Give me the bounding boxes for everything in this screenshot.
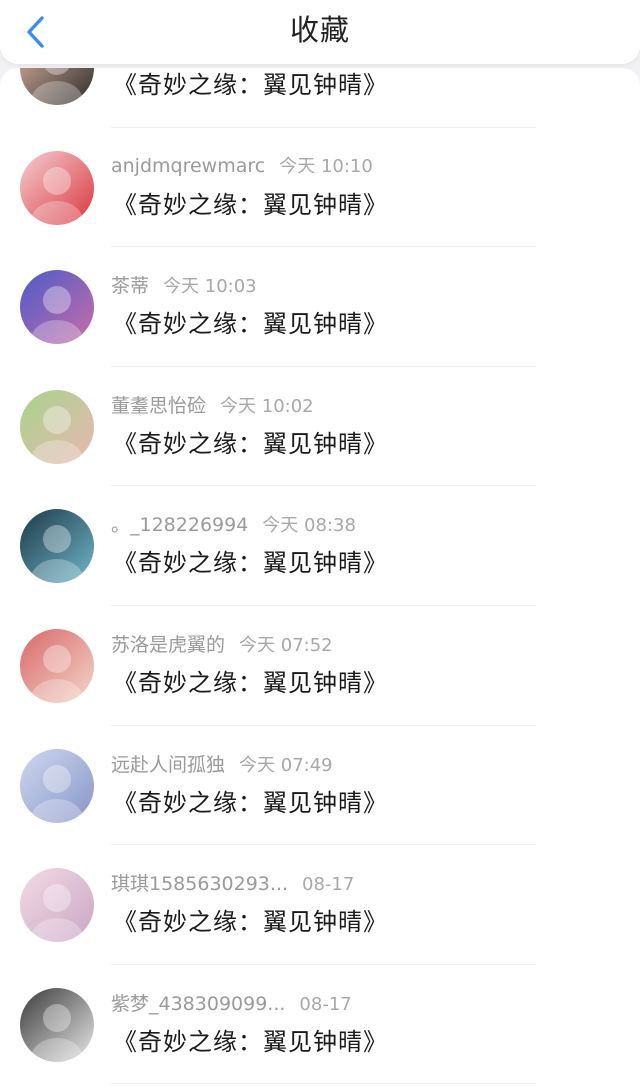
avatar[interactable] — [20, 868, 94, 943]
list-item[interactable]: 紫梦_438309099... 08-17 《奇妙之缘：翼见钟晴》 — [0, 965, 640, 1085]
username[interactable]: 琪琪1585630293... — [111, 873, 288, 895]
list-item[interactable]: 董耋思怡硷 今天 10:02 《奇妙之缘：翼见钟晴》 — [0, 367, 640, 487]
item-meta: 董耋思怡硷 今天 10:02 — [111, 391, 314, 419]
favorite-title[interactable]: 《奇妙之缘：翼见钟晴》 — [113, 543, 388, 578]
timestamp: 今天 07:52 — [239, 634, 333, 656]
list-item[interactable]: 。_128226994 今天 08:38 《奇妙之缘：翼见钟晴》 — [0, 486, 640, 606]
list-item[interactable]: 《奇妙之缘：翼见钟晴》 — [0, 68, 640, 128]
username[interactable]: anjdmqrewmarc — [111, 155, 265, 177]
item-meta: 紫梦_438309099... 08-17 — [111, 989, 352, 1017]
item-meta: 苏洛是虎翼的 今天 07:52 — [111, 630, 333, 658]
list-item[interactable]: anjdmqrewmarc 今天 10:10 《奇妙之缘：翼见钟晴》 — [0, 128, 640, 248]
timestamp: 08-17 — [302, 874, 355, 896]
timestamp: 今天 10:03 — [163, 276, 257, 298]
list-item[interactable]: 远赴人间孤独 今天 07:49 《奇妙之缘：翼见钟晴》 — [0, 726, 640, 846]
username[interactable]: 紫梦_438309099... — [111, 993, 285, 1015]
list-item[interactable]: 琪琪1585630293... 08-17 《奇妙之缘：翼见钟晴》 — [0, 845, 640, 965]
username[interactable]: 苏洛是虎翼的 — [111, 634, 225, 656]
favorite-title[interactable]: 《奇妙之缘：翼见钟晴》 — [113, 68, 388, 100]
avatar[interactable] — [20, 150, 94, 225]
favorite-title[interactable]: 《奇妙之缘：翼见钟晴》 — [113, 902, 388, 937]
item-meta: 茶蒂 今天 10:03 — [111, 271, 257, 299]
avatar[interactable] — [20, 270, 94, 345]
item-meta: 远赴人间孤独 今天 07:49 — [111, 750, 333, 778]
favorite-title[interactable]: 《奇妙之缘：翼见钟晴》 — [113, 1022, 388, 1057]
username[interactable]: 茶蒂 — [111, 275, 149, 297]
item-meta: anjdmqrewmarc 今天 10:10 — [111, 152, 373, 180]
timestamp: 08-17 — [299, 993, 352, 1015]
timestamp: 今天 08:38 — [262, 515, 356, 537]
list-item[interactable]: 苏洛是虎翼的 今天 07:52 《奇妙之缘：翼见钟晴》 — [0, 606, 640, 726]
favorite-title[interactable]: 《奇妙之缘：翼见钟晴》 — [113, 424, 388, 459]
avatar[interactable] — [20, 389, 94, 464]
timestamp: 今天 10:02 — [220, 395, 314, 417]
timestamp: 今天 10:10 — [279, 155, 373, 177]
username[interactable]: 董耋思怡硷 — [111, 395, 206, 417]
item-meta: 琪琪1585630293... 08-17 — [111, 869, 354, 897]
favorite-title[interactable]: 《奇妙之缘：翼见钟晴》 — [113, 304, 388, 339]
favorite-title[interactable]: 《奇妙之缘：翼见钟晴》 — [113, 663, 388, 698]
favorites-list: 《奇妙之缘：翼见钟晴》 anjdmqrewmarc 今天 10:10 《奇妙之缘：翼见… — [0, 68, 640, 1085]
list-item[interactable]: 茶蒂 今天 10:03 《奇妙之缘：翼见钟晴》 — [0, 247, 640, 367]
favorite-title[interactable]: 《奇妙之缘：翼见钟晴》 — [113, 185, 388, 220]
avatar[interactable] — [20, 987, 94, 1062]
username[interactable]: 。_128226994 — [111, 514, 248, 536]
page-title: 收藏 — [289, 13, 350, 47]
divider — [111, 1083, 536, 1085]
username[interactable]: 远赴人间孤独 — [111, 754, 225, 776]
avatar[interactable] — [20, 748, 94, 823]
avatar[interactable] — [20, 509, 94, 584]
favorite-title[interactable]: 《奇妙之缘：翼见钟晴》 — [113, 783, 388, 818]
avatar[interactable] — [20, 628, 94, 703]
favorites-list-container[interactable]: 《奇妙之缘：翼见钟晴》 anjdmqrewmarc 今天 10:10 《奇妙之缘：翼见… — [0, 68, 640, 1087]
nav-bar: 收藏 — [0, 0, 640, 64]
timestamp: 今天 07:49 — [239, 754, 333, 776]
avatar[interactable] — [20, 68, 94, 105]
item-meta: 。_128226994 今天 08:38 — [111, 510, 356, 538]
